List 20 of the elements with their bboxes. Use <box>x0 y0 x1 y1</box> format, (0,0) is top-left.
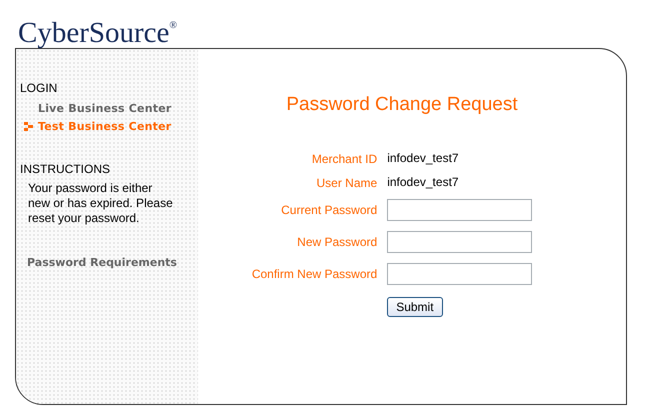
nav-link[interactable]: Live Business Center <box>20 102 172 115</box>
field-label: New Password <box>296 235 378 249</box>
nav-link[interactable]: Test Business Center <box>20 120 172 133</box>
field-value: infodev_test7 <box>387 151 460 165</box>
field-label: Current Password <box>280 203 378 217</box>
field-label: Merchant ID <box>310 152 378 166</box>
password-field[interactable] <box>387 199 532 221</box>
requirements-link[interactable]: Password Requirements <box>27 256 177 269</box>
section-heading: LOGIN <box>20 81 58 95</box>
password-field[interactable] <box>387 231 532 253</box>
field-label: User Name <box>316 176 378 190</box>
password-field[interactable] <box>387 263 532 285</box>
bullet-icon <box>24 122 33 131</box>
page-title: Password Change Request <box>286 94 518 116</box>
cybersource-logo: CyberSource$^{®}$ <box>18 16 178 48</box>
submit-button[interactable]: Submit <box>387 297 443 317</box>
instructions-text: Your password is either new or has expired. Please reset your password. <box>28 181 173 226</box>
section-heading: INSTRUCTIONS <box>20 162 110 176</box>
field-value: infodev_test7 <box>387 175 460 189</box>
field-label: Confirm New Password <box>252 267 378 281</box>
